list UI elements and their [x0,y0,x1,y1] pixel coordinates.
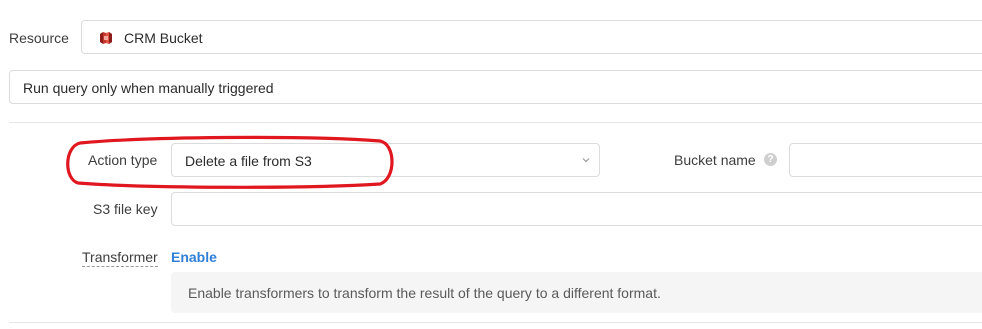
help-icon[interactable]: ? [764,153,777,166]
bucket-name-label: Bucket name [674,152,756,168]
resource-value: CRM Bucket [124,30,203,46]
bucket-name-input[interactable] [789,143,982,177]
s3-bucket-icon [100,32,112,44]
action-type-label: Action type [88,152,158,168]
transformer-info-text: Enable transformers to transform the res… [188,285,661,301]
trigger-mode-select[interactable]: Run query only when manually triggered [9,70,982,104]
resource-select[interactable]: CRM Bucket [81,20,982,54]
s3-file-key-input[interactable] [171,192,982,226]
section-divider-bottom [9,322,982,323]
enable-transformer-link[interactable]: Enable [171,249,217,265]
chevron-down-icon [582,158,590,163]
s3-file-key-label: S3 file key [93,201,158,217]
trigger-mode-value: Run query only when manually triggered [23,80,274,96]
transformer-label: Transformer [82,249,158,267]
action-type-select[interactable]: Delete a file from S3 [171,143,600,177]
transformer-info-box: Enable transformers to transform the res… [171,272,982,313]
action-type-value: Delete a file from S3 [185,153,312,169]
section-divider [9,122,982,123]
resource-label: Resource [9,30,69,46]
